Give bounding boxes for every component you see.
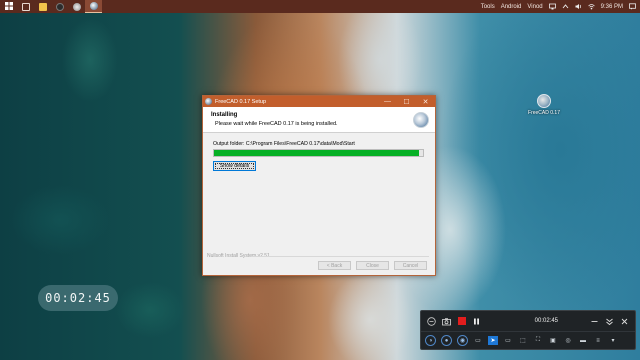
back-button[interactable]: < Back (318, 261, 351, 270)
stop-icon (457, 317, 466, 325)
close-button[interactable]: Close (356, 261, 389, 270)
minimize-button[interactable]: — (378, 96, 397, 107)
page-title: Installing (211, 112, 238, 118)
window-select-icon[interactable]: ⬚ (518, 336, 528, 345)
toolbar-tools[interactable]: Tools (481, 4, 495, 10)
chevron-up-icon[interactable] (562, 3, 569, 10)
folder-icon[interactable]: ▬ (578, 336, 588, 345)
installer-footer-buttons: < Back Close Cancel (318, 261, 427, 270)
desktop-shortcut-label: FreeCAD 0.17 (528, 110, 560, 116)
installer-window: FreeCAD 0.17 Setup — ☐ ✕ Installing Plea… (202, 95, 436, 276)
freecad-icon (537, 94, 551, 108)
cancel-button[interactable]: Cancel (394, 261, 427, 270)
task-view-icon (21, 2, 30, 11)
volume-icon[interactable] (575, 3, 582, 10)
taskbar-app-dark[interactable] (51, 0, 68, 13)
recorder-controls: 00:02:45 (421, 311, 635, 331)
minimize-icon[interactable] (590, 317, 599, 326)
stop-recording-button[interactable] (457, 317, 466, 326)
chevron-double-down-icon[interactable] (605, 317, 614, 326)
folder-icon (38, 2, 47, 11)
fullscreen-icon[interactable]: ⛶ (533, 336, 543, 345)
freecad-icon (89, 2, 98, 10)
toolbar-user[interactable]: Vinod (527, 4, 542, 10)
toolbar-android[interactable]: Android (501, 4, 522, 10)
notifications-icon[interactable] (629, 3, 636, 10)
maximize-button[interactable]: ☐ (397, 96, 416, 107)
minus-icon[interactable] (427, 316, 436, 326)
progress-bar (213, 149, 424, 157)
window-title: FreeCAD 0.17 Setup (215, 98, 267, 105)
taskbar-app-file-explorer[interactable] (34, 0, 51, 13)
footer-divider (251, 256, 429, 257)
image-icon[interactable]: ▣ (548, 336, 558, 345)
start-button[interactable] (0, 0, 17, 13)
installer-header: Installing Please wait while FreeCAD 0.1… (203, 107, 435, 133)
output-folder-text: Output folder: C:\Program Files\FreeCAD … (213, 141, 355, 147)
taskbar-app-freecad-setup[interactable] (85, 0, 102, 13)
camera-icon[interactable] (442, 317, 451, 326)
recorder-time: 00:02:45 (534, 318, 558, 324)
screen-recorder-toolbar: 00:02:45 ◑ ● ◉ ▭ ➤ ▭ ⬚ ⛶ ▣ ◎ ▬ ≡ ▾ (420, 310, 636, 350)
windows-logo-icon (4, 1, 13, 12)
network-icon[interactable] (548, 3, 556, 10)
wifi-icon[interactable] (587, 3, 595, 10)
recorder-options: ◑ ● ◉ ▭ ➤ ▭ ⬚ ⛶ ▣ ◎ ▬ ≡ ▾ (421, 331, 635, 349)
progress-fill (214, 150, 419, 156)
task-view-button[interactable] (17, 0, 34, 13)
desktop-shortcut-freecad[interactable]: FreeCAD 0.17 (526, 94, 562, 116)
taskbar-app-circle[interactable] (68, 0, 85, 13)
system-tray: Tools Android Vinod 9:36 PM (481, 0, 640, 13)
audio-icon[interactable]: ◑ (425, 335, 436, 346)
freecad-icon (205, 98, 212, 105)
microphone-dropdown-icon[interactable]: ▾ (608, 336, 618, 345)
game-icon[interactable]: ◎ (563, 336, 573, 345)
freecad-logo-icon (413, 112, 429, 128)
recording-timer: 00:02:45 (38, 285, 118, 311)
microphone-icon[interactable]: ● (441, 335, 452, 346)
clock[interactable]: 9:36 PM (601, 4, 623, 10)
monitor-icon[interactable]: ▭ (503, 336, 513, 345)
cursor-icon[interactable]: ➤ (488, 336, 498, 345)
close-window-button[interactable]: ✕ (416, 96, 435, 107)
taskbar: Tools Android Vinod 9:36 PM (0, 0, 640, 13)
app-icon (72, 2, 81, 11)
settings-icon[interactable]: ≡ (593, 336, 603, 345)
window-titlebar[interactable]: FreeCAD 0.17 Setup — ☐ ✕ (203, 96, 435, 107)
pause-icon[interactable] (472, 317, 481, 326)
app-icon (55, 2, 64, 11)
close-icon[interactable] (620, 317, 629, 326)
installer-body: Output folder: C:\Program Files\FreeCAD … (203, 133, 435, 171)
region-select-icon[interactable]: ▭ (473, 336, 483, 345)
page-subtitle: Please wait while FreeCAD 0.17 is being … (215, 121, 338, 127)
show-details-button[interactable]: Show details (213, 161, 256, 171)
webcam-icon[interactable]: ◉ (457, 335, 468, 346)
